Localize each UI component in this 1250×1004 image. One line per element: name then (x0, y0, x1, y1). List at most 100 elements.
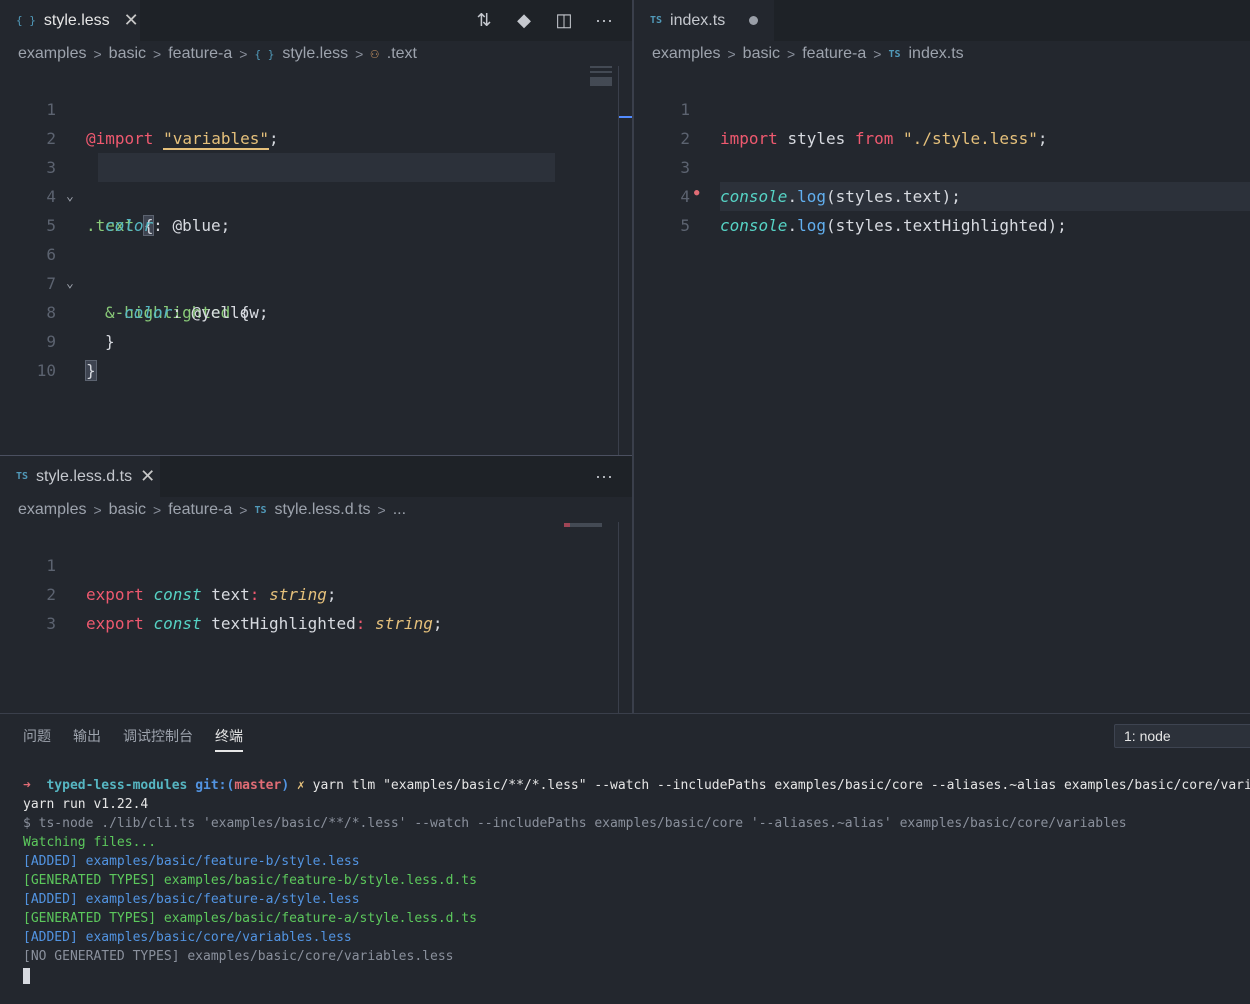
token: export (86, 614, 144, 633)
terminal-line: [ADDED] examples/basic/core/variables.le… (23, 930, 352, 945)
chevron-right-icon: > (239, 502, 248, 518)
code-line: 9 } (0, 298, 632, 381)
chevron-right-icon: > (93, 46, 102, 62)
tab-style-less[interactable]: { } style.less ✕ (0, 0, 140, 41)
breadcrumb-item[interactable]: examples (652, 45, 720, 63)
terminal-line: [ADDED] examples/basic/feature-a/style.l… (23, 892, 360, 907)
chevron-right-icon: > (153, 46, 162, 62)
tab-problems[interactable]: 问题 (23, 726, 51, 752)
modified-line-icon: ● (694, 188, 700, 198)
typescript-file-icon: TS (16, 471, 29, 482)
panel-tabs: 问题 输出 调试控制台 终端 (23, 726, 243, 752)
breadcrumb-item[interactable]: index.ts (909, 45, 964, 63)
code-line: 1 export const text: string; (0, 522, 632, 604)
code-line: 2 export const textHighlighted: string; (0, 551, 632, 633)
terminal-line: yarn run v1.22.4 (23, 797, 149, 812)
breadcrumb-item[interactable]: examples (18, 45, 86, 63)
less-file-icon: { } (16, 14, 36, 27)
prompt-arrow-icon: ➜ (23, 778, 31, 793)
terminal-line: [GENERATED TYPES] examples/basic/feature… (23, 873, 477, 888)
code-line: 2 (0, 95, 632, 148)
breadcrumb-item[interactable]: feature-a (802, 45, 866, 63)
code-line: 3 (0, 580, 632, 633)
chevron-right-icon: > (873, 46, 882, 62)
breadcrumb-item[interactable]: feature-a (168, 501, 232, 519)
breadcrumb-item[interactable]: ... (393, 501, 406, 519)
terminal-select[interactable]: 1: node (1114, 724, 1250, 748)
tab-index-ts[interactable]: TS index.ts (634, 0, 774, 41)
breadcrumb-item[interactable]: examples (18, 501, 86, 519)
token: ; (432, 614, 443, 633)
code-line: 2 (634, 95, 1250, 148)
breadcrumb-item[interactable]: feature-a (168, 45, 232, 63)
editor-actions: ⇅ ◆ ◫ ··· (474, 0, 614, 41)
typescript-file-icon: TS (254, 504, 267, 516)
code-line: 10 (0, 327, 632, 380)
code-line: 5 ● (634, 182, 1250, 235)
prompt-command: yarn tlm "examples/basic/**/*.less" --wa… (312, 778, 1250, 793)
bottom-panel: 问题 输出 调试控制台 终端 1: node ➜ typed-less-modu… (0, 713, 1250, 1004)
chevron-right-icon: > (153, 502, 162, 518)
dirty-icon: ✗ (296, 778, 305, 793)
terminal-output[interactable]: ➜ typed-less-modules git:(master) ✗ yarn… (23, 776, 1250, 985)
editor-actions: ··· (594, 456, 614, 497)
token: console (720, 216, 788, 235)
tab-bar: { } style.less ✕ ⇅ ◆ ◫ ··· (0, 0, 632, 41)
terminal-line: [GENERATED TYPES] examples/basic/feature… (23, 911, 477, 926)
chevron-right-icon: > (93, 502, 102, 518)
breadcrumb-item[interactable]: style.less.d.ts (275, 501, 371, 519)
more-actions-icon[interactable]: ··· (594, 10, 614, 31)
chevron-right-icon: > (355, 46, 364, 62)
breadcrumb-item[interactable]: .text (387, 45, 417, 63)
code-line: 3 console.log(styles.text); (634, 124, 1250, 206)
terminal-line: [ADDED] examples/basic/feature-b/style.l… (23, 854, 360, 869)
token: } (85, 360, 97, 381)
unsaved-dot-icon[interactable] (749, 16, 759, 25)
code-editor[interactable]: 1 import styles from "./style.less"; 2 3… (634, 66, 1250, 713)
tab-terminal[interactable]: 终端 (215, 726, 243, 752)
code-line: 4 console.log(styles.textHighlighted); (634, 153, 1250, 235)
token: const (153, 614, 202, 633)
tab-style-less-d-ts[interactable]: TS style.less.d.ts ✕ (0, 456, 160, 497)
close-icon[interactable]: ✕ (124, 10, 139, 31)
token: string (375, 614, 433, 633)
code-line: 4 color: @blue; (0, 153, 632, 235)
code-editor[interactable]: 1 export const text: string; 2 export co… (0, 522, 632, 713)
breadcrumb-item[interactable]: style.less (282, 45, 348, 63)
tab-bar: TS style.less.d.ts ✕ ··· (0, 456, 632, 497)
prompt-branch: master (234, 778, 282, 793)
token: textHighlighted (211, 614, 356, 633)
terminal-line: ➜ typed-less-modules git:(master) ✗ yarn… (23, 776, 1250, 795)
minimap[interactable] (590, 66, 612, 86)
breadcrumb-item[interactable]: basic (743, 45, 780, 63)
less-file-icon: { } (254, 47, 275, 61)
code-line: 5 (0, 182, 632, 235)
code-line: 3 ⌄ .text { (0, 124, 632, 236)
split-editor-icon[interactable]: ◫ (554, 10, 574, 31)
breadcrumb-item[interactable]: basic (109, 45, 146, 63)
breadcrumb-item[interactable]: basic (109, 501, 146, 519)
tab-label: style.less (43, 11, 110, 29)
code-editor[interactable]: 1 @import "variables"; 2 3 ⌄ .text { 4 c… (0, 66, 632, 455)
tab-bar: TS index.ts (634, 0, 1250, 41)
tab-output[interactable]: 输出 (73, 726, 101, 752)
editor-pane-style-less-d-ts: TS style.less.d.ts ✕ ··· examples > basic… (0, 456, 632, 713)
breadcrumb: examples > basic > feature-a > TS style.less… (18, 497, 406, 523)
chevron-right-icon: > (727, 46, 736, 62)
scrollbar[interactable] (618, 522, 632, 713)
scrollbar[interactable] (618, 66, 632, 455)
close-icon[interactable]: ✕ (140, 466, 155, 487)
typescript-file-icon: TS (888, 48, 901, 60)
token: : (355, 614, 366, 633)
code-line: 7 color: @yellow; (0, 240, 632, 322)
compare-changes-icon[interactable]: ⇅ (474, 10, 494, 31)
code-line: 8 } (0, 269, 632, 351)
tab-debug-console[interactable]: 调试控制台 (123, 726, 193, 752)
tab-label: style.less.d.ts (36, 467, 133, 485)
chevron-right-icon: > (787, 46, 796, 62)
minimap[interactable] (564, 523, 602, 527)
typescript-file-icon: TS (650, 15, 663, 26)
more-actions-icon[interactable]: ··· (594, 466, 614, 487)
git-icon[interactable]: ◆ (514, 10, 534, 31)
line-number: 10 (36, 361, 56, 380)
